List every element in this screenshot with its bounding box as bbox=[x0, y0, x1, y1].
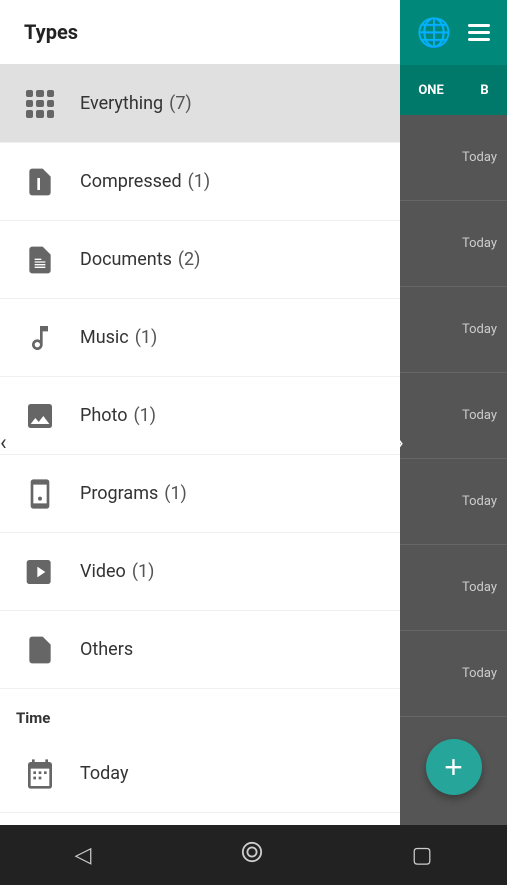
programs-label: Programs bbox=[80, 483, 158, 504]
menu-item-photo[interactable]: Photo (1) bbox=[0, 377, 400, 455]
fab-container: + bbox=[400, 739, 507, 795]
list-item: Today bbox=[400, 115, 507, 201]
list-item: Today bbox=[400, 373, 507, 459]
zip-icon bbox=[16, 158, 64, 206]
back-button[interactable]: ◁ bbox=[75, 842, 92, 868]
compressed-count: (1) bbox=[188, 171, 211, 192]
tab-one[interactable]: ONE bbox=[418, 83, 443, 98]
home-button[interactable] bbox=[241, 841, 263, 869]
recent-button[interactable]: ▢ bbox=[412, 842, 433, 868]
menu-item-today[interactable]: Today bbox=[0, 735, 400, 813]
everything-count: (7) bbox=[169, 93, 192, 114]
today-label: Today bbox=[80, 763, 128, 784]
menu-item-compressed[interactable]: Compressed (1) bbox=[0, 143, 400, 221]
list-item: Today bbox=[400, 287, 507, 373]
video-count: (1) bbox=[132, 561, 155, 582]
doc-icon bbox=[16, 236, 64, 284]
right-tabs: ONE B bbox=[400, 65, 507, 115]
globe-icon[interactable]: 🌐 bbox=[417, 16, 452, 49]
music-label: Music bbox=[80, 327, 129, 348]
grid-icon bbox=[16, 80, 64, 128]
photo-icon bbox=[16, 392, 64, 440]
page-title: Types bbox=[24, 20, 78, 44]
others-label: Others bbox=[80, 639, 133, 660]
video-label: Video bbox=[80, 561, 126, 582]
plus-icon: + bbox=[444, 751, 463, 783]
photo-label: Photo bbox=[80, 405, 128, 426]
header: Types bbox=[0, 0, 400, 65]
documents-count: (2) bbox=[178, 249, 201, 270]
list-item: Today bbox=[400, 201, 507, 287]
compressed-label: Compressed bbox=[80, 171, 182, 192]
bottom-nav: ◁ ▢ bbox=[0, 825, 507, 885]
list-item: Today bbox=[400, 459, 507, 545]
menu-icon[interactable] bbox=[468, 24, 490, 41]
right-arrow[interactable]: › bbox=[397, 430, 404, 455]
add-button[interactable]: + bbox=[426, 739, 482, 795]
menu-item-music[interactable]: Music (1) bbox=[0, 299, 400, 377]
left-arrow[interactable]: ‹ bbox=[0, 430, 7, 455]
video-icon bbox=[16, 548, 64, 596]
music-count: (1) bbox=[135, 327, 158, 348]
menu-item-documents[interactable]: Documents (2) bbox=[0, 221, 400, 299]
others-icon bbox=[16, 626, 64, 674]
menu-panel: Everything (7) Compressed (1) Documents … bbox=[0, 65, 400, 885]
time-section-label: Time bbox=[0, 689, 400, 735]
photo-count: (1) bbox=[134, 405, 157, 426]
right-panel-header: 🌐 bbox=[400, 0, 507, 65]
menu-item-video[interactable]: Video (1) bbox=[0, 533, 400, 611]
menu-item-everything[interactable]: Everything (7) bbox=[0, 65, 400, 143]
programs-count: (1) bbox=[164, 483, 187, 504]
tab-b[interactable]: B bbox=[480, 83, 488, 98]
list-item: Today bbox=[400, 545, 507, 631]
calendar-icon bbox=[16, 750, 64, 798]
programs-icon bbox=[16, 470, 64, 518]
everything-label: Everything bbox=[80, 93, 163, 114]
documents-label: Documents bbox=[80, 249, 172, 270]
menu-item-programs[interactable]: Programs (1) bbox=[0, 455, 400, 533]
list-item: Today bbox=[400, 631, 507, 717]
menu-item-others[interactable]: Others bbox=[0, 611, 400, 689]
music-icon bbox=[16, 314, 64, 362]
